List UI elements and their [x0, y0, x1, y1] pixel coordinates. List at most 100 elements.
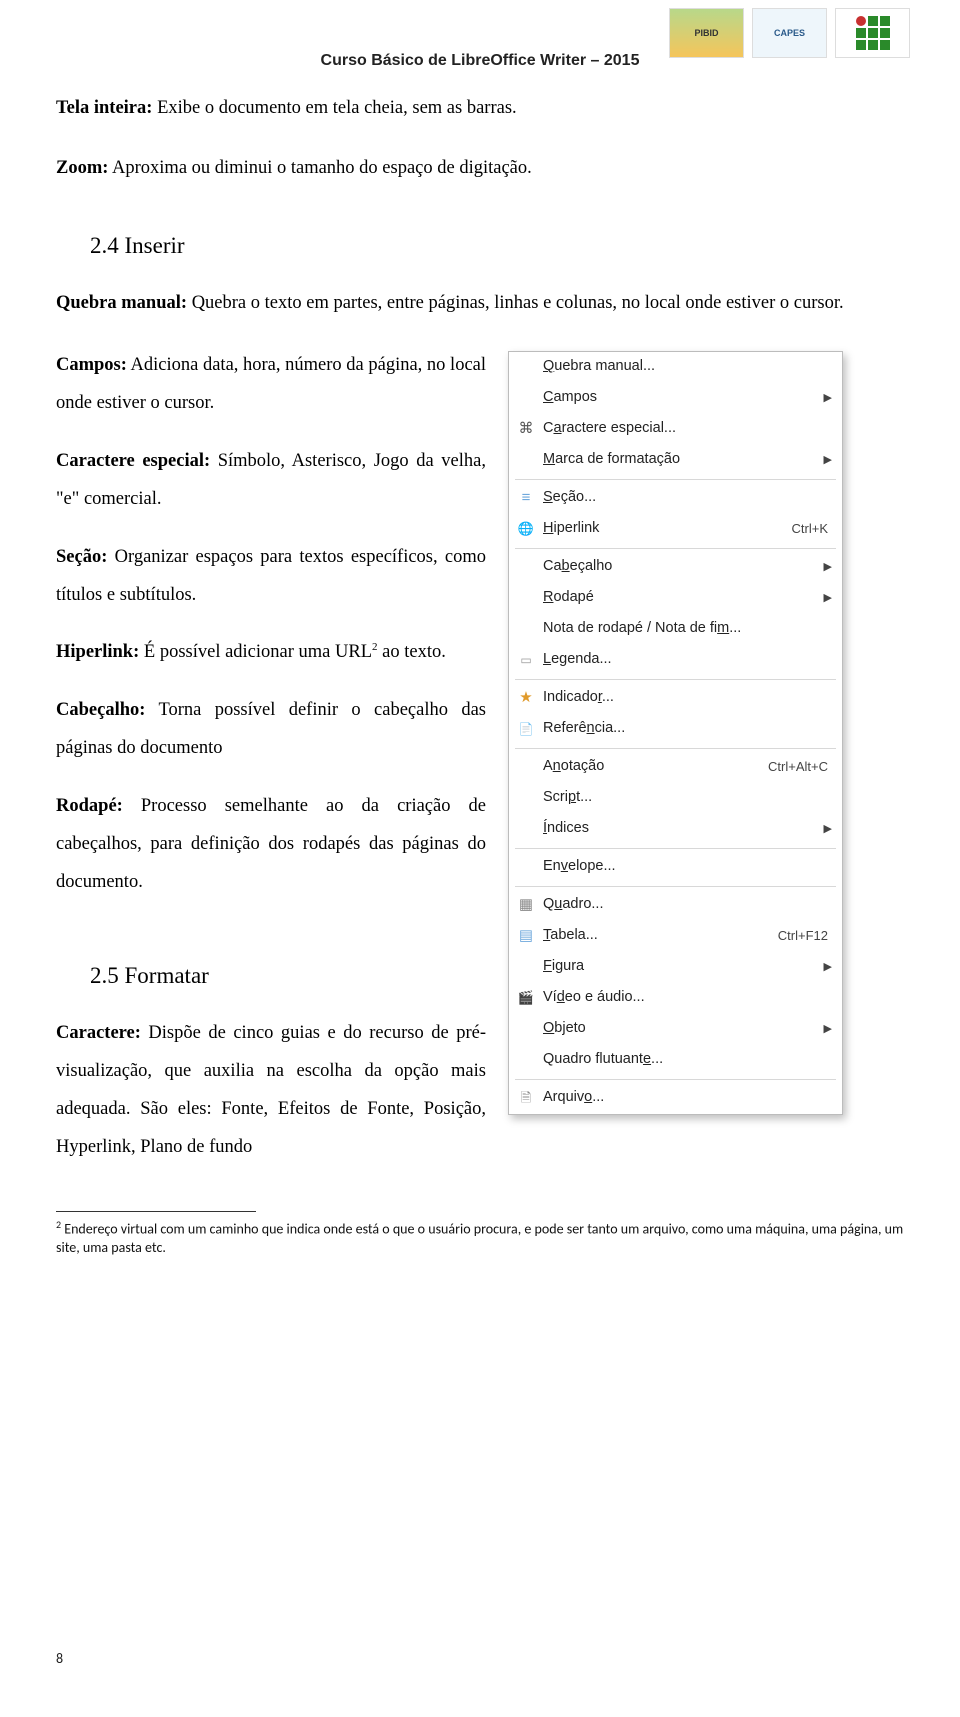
menu-item-label: Índices: [543, 821, 822, 837]
menu-item-label: Quadro flutuante...: [543, 1052, 834, 1068]
page-number: 8: [56, 1650, 63, 1667]
label-zoom: Zoom:: [56, 158, 108, 178]
menu-item[interactable]: Script...: [509, 783, 842, 814]
menu-item[interactable]: Tabela...Ctrl+F12: [509, 921, 842, 952]
menu-shortcut: Ctrl+F12: [778, 929, 834, 943]
right-column: Quebra manual...Campos▶Caractere especia…: [508, 347, 843, 1115]
menu-shortcut: Ctrl+Alt+C: [768, 760, 834, 774]
label-secao: Seção:: [56, 547, 107, 567]
two-column-layout: Campos: Adiciona data, hora, número da p…: [56, 347, 904, 1171]
submenu-arrow-icon: ▶: [822, 592, 834, 604]
menu-item-label: Anotação: [543, 759, 768, 775]
menu-item[interactable]: Nota de rodapé / Nota de fim...: [509, 614, 842, 645]
menu-item[interactable]: Objeto▶: [509, 1014, 842, 1045]
frame-icon: [509, 897, 543, 914]
submenu-arrow-icon: ▶: [822, 561, 834, 573]
menu-item[interactable]: Indicador...: [509, 683, 842, 714]
menu-separator: [515, 1079, 836, 1080]
menu-item[interactable]: Índices▶: [509, 814, 842, 845]
video-icon: [509, 990, 543, 1007]
submenu-arrow-icon: ▶: [822, 454, 834, 466]
submenu-arrow-icon: ▶: [822, 961, 834, 973]
menu-item-label: Figura: [543, 959, 822, 975]
menu-item-label: Envelope...: [543, 859, 834, 875]
menu-separator: [515, 748, 836, 749]
menu-item[interactable]: Vídeo e áudio...: [509, 983, 842, 1014]
para-caractere-esp: Caractere especial: Símbolo, Asterisco, …: [56, 443, 486, 519]
submenu-arrow-icon: ▶: [822, 1023, 834, 1035]
star-icon: [509, 690, 543, 707]
menu-shortcut: Ctrl+K: [792, 522, 834, 536]
footnote-2: 2 Endereço virtual com um caminho que in…: [0, 1218, 960, 1258]
menu-item-label: Legenda...: [543, 652, 834, 668]
menu-item[interactable]: Cabeçalho▶: [509, 552, 842, 583]
menu-item[interactable]: HiperlinkCtrl+K: [509, 514, 842, 545]
menu-item[interactable]: Marca de formatação▶: [509, 445, 842, 476]
menu-item[interactable]: Rodapé▶: [509, 583, 842, 614]
capes-logo: CAPES: [752, 8, 827, 58]
menu-item[interactable]: Caractere especial...: [509, 414, 842, 445]
label-tela: Tela inteira:: [56, 98, 152, 118]
menu-item-label: Cabeçalho: [543, 559, 822, 575]
menu-item[interactable]: Quadro...: [509, 890, 842, 921]
menu-item-label: Vídeo e áudio...: [543, 990, 834, 1006]
menu-item-label: Objeto: [543, 1021, 822, 1037]
menu-item[interactable]: Arquivo...: [509, 1083, 842, 1114]
menu-item[interactable]: Figura▶: [509, 952, 842, 983]
menu-item-label: Caractere especial...: [543, 421, 834, 437]
menu-item[interactable]: Envelope...: [509, 852, 842, 883]
menu-item[interactable]: Quadro flutuante...: [509, 1045, 842, 1076]
submenu-arrow-icon: ▶: [822, 823, 834, 835]
file-icon: [509, 1090, 543, 1107]
label-caractere-esp: Caractere especial:: [56, 451, 210, 471]
menu-separator: [515, 886, 836, 887]
menu-separator: [515, 548, 836, 549]
ref-icon: [509, 721, 543, 738]
para-caractere: Caractere: Dispõe de cinco guias e do re…: [56, 1015, 486, 1167]
menu-separator: [515, 679, 836, 680]
para-hiperlink: Hiperlink: É possível adicionar uma URL2…: [56, 634, 486, 672]
menu-item[interactable]: Referência...: [509, 714, 842, 745]
inserir-menu-screenshot: Quebra manual...Campos▶Caractere especia…: [508, 351, 843, 1115]
left-column: Campos: Adiciona data, hora, número da p…: [56, 347, 486, 1171]
menu-item-label: Arquivo...: [543, 1090, 834, 1106]
submenu-arrow-icon: ▶: [822, 392, 834, 404]
para-tela-inteira: Tela inteira: Exibe o documento em tela …: [56, 90, 904, 128]
section-icon: [509, 490, 543, 507]
label-cabecalho: Cabeçalho:: [56, 700, 145, 720]
menu-separator: [515, 479, 836, 480]
menu-item-label: Quadro...: [543, 897, 834, 913]
menu-item[interactable]: Quebra manual...: [509, 352, 842, 383]
para-secao: Seção: Organizar espaços para textos esp…: [56, 539, 486, 615]
para-cabecalho: Cabeçalho: Torna possível definir o cabe…: [56, 692, 486, 768]
text-hiperlink-post: ao texto.: [378, 642, 446, 662]
menu-item-label: Nota de rodapé / Nota de fim...: [543, 621, 834, 637]
label-quebra: Quebra manual:: [56, 293, 187, 313]
label-campos: Campos:: [56, 355, 127, 375]
menu-item-label: Seção...: [543, 490, 834, 506]
label-rodape: Rodapé:: [56, 796, 123, 816]
text-quebra: Quebra o texto em partes, entre páginas,…: [187, 293, 844, 313]
menu-item-label: Marca de formatação: [543, 452, 822, 468]
label-hiperlink: Hiperlink:: [56, 642, 139, 662]
menu-item-label: Quebra manual...: [543, 359, 834, 375]
table-icon: [509, 928, 543, 945]
menu-item[interactable]: Campos▶: [509, 383, 842, 414]
menu-separator: [515, 848, 836, 849]
menu-item-label: Hiperlink: [543, 521, 792, 537]
menu-item-label: Tabela...: [543, 928, 778, 944]
para-zoom: Zoom: Aproxima ou diminui o tamanho do e…: [56, 150, 904, 188]
text-secao: Organizar espaços para textos específico…: [56, 547, 486, 605]
menu-item-label: Campos: [543, 390, 822, 406]
menu-item[interactable]: AnotaçãoCtrl+Alt+C: [509, 752, 842, 783]
menu-item-label: Referência...: [543, 721, 834, 737]
menu-item[interactable]: Seção...: [509, 483, 842, 514]
footnote-text: Endereço virtual com um caminho que indi…: [56, 1220, 903, 1256]
menu-item[interactable]: Legenda...: [509, 645, 842, 676]
heading-25-formatar: 2.5 Formatar: [90, 952, 486, 999]
para-rodape: Rodapé: Processo semelhante ao da criaçã…: [56, 788, 486, 902]
course-title: Curso Básico de LibreOffice Writer – 201…: [321, 52, 640, 70]
footnote-separator: [56, 1211, 256, 1212]
text-caractere: Dispõe de cinco guias e do recurso de pr…: [56, 1023, 486, 1157]
text-tela: Exibe o documento em tela cheia, sem as …: [152, 98, 516, 118]
